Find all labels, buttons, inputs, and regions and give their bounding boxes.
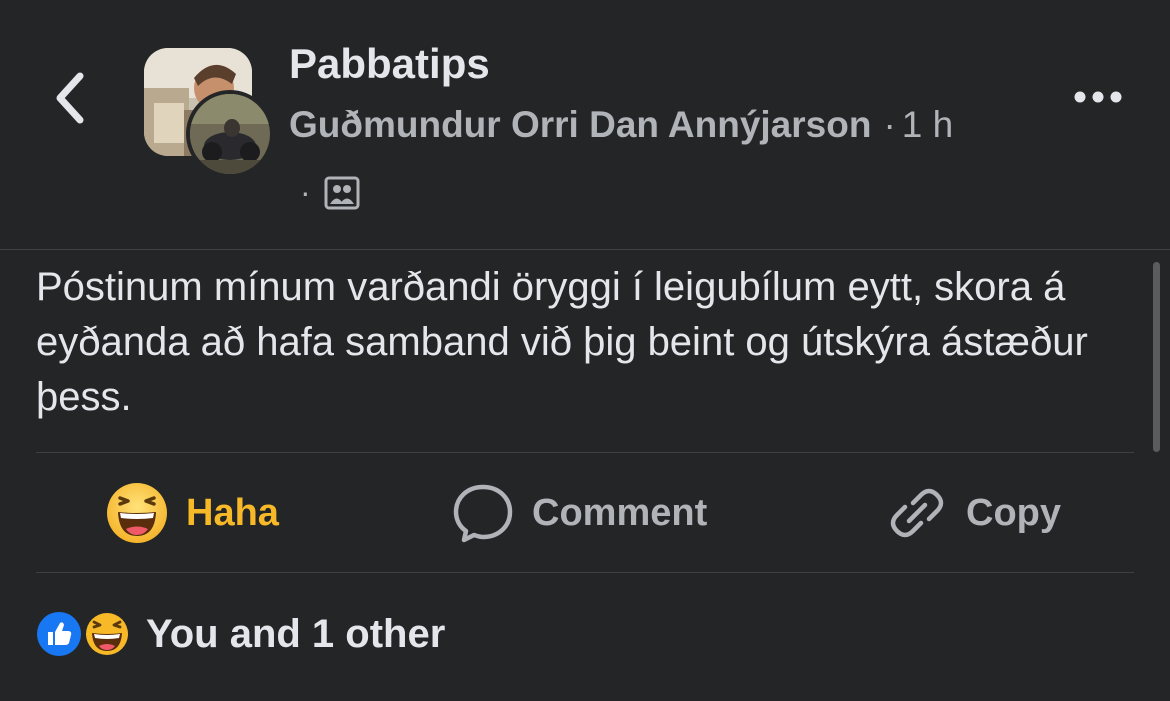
meta-separator: · — [883, 104, 896, 145]
copy-label: Copy — [966, 491, 1061, 534]
comment-button[interactable]: Comment — [452, 480, 707, 546]
post-header: Pabbatips Guðmundur Orri Dan Annýjarson ·… — [0, 0, 1170, 250]
post-text: Póstinum mínum varðandi öryggi í leigubí… — [36, 265, 1088, 419]
author-avatar[interactable] — [186, 90, 274, 178]
reactions-summary[interactable]: You and 1 other — [36, 604, 445, 664]
header-divider — [0, 249, 1170, 250]
author-name[interactable]: Guðmundur Orri Dan Annýjarson — [289, 104, 871, 145]
copy-link-button[interactable]: Copy — [886, 480, 1061, 546]
chevron-left-icon — [56, 72, 84, 124]
post-meta: Guðmundur Orri Dan Annýjarson · 1 h — [289, 104, 953, 146]
post-time[interactable]: 1 h — [902, 104, 953, 145]
like-reaction-icon — [37, 612, 81, 656]
back-button[interactable] — [48, 68, 98, 128]
haha-reaction-button[interactable]: Haha — [106, 480, 279, 546]
more-horizontal-icon — [1074, 91, 1122, 103]
reactions-summary-text: You and 1 other — [146, 611, 446, 656]
actions-divider — [36, 572, 1134, 573]
reaction-icons — [36, 607, 136, 661]
haha-label: Haha — [186, 491, 279, 534]
audience-separator: · — [300, 174, 311, 210]
group-name[interactable]: Pabbatips — [289, 40, 490, 88]
link-icon — [890, 488, 944, 538]
post-view: Pabbatips Guðmundur Orri Dan Annýjarson ·… — [0, 0, 1170, 701]
comment-bubble-icon — [453, 484, 513, 543]
haha-emoji-icon — [107, 483, 167, 543]
haha-reaction-icon — [83, 610, 131, 658]
content-divider — [36, 452, 1134, 453]
more-options-button[interactable] — [1068, 84, 1128, 110]
members-group-icon — [324, 176, 360, 210]
comment-label: Comment — [532, 491, 708, 534]
scrollbar[interactable] — [1153, 262, 1160, 452]
